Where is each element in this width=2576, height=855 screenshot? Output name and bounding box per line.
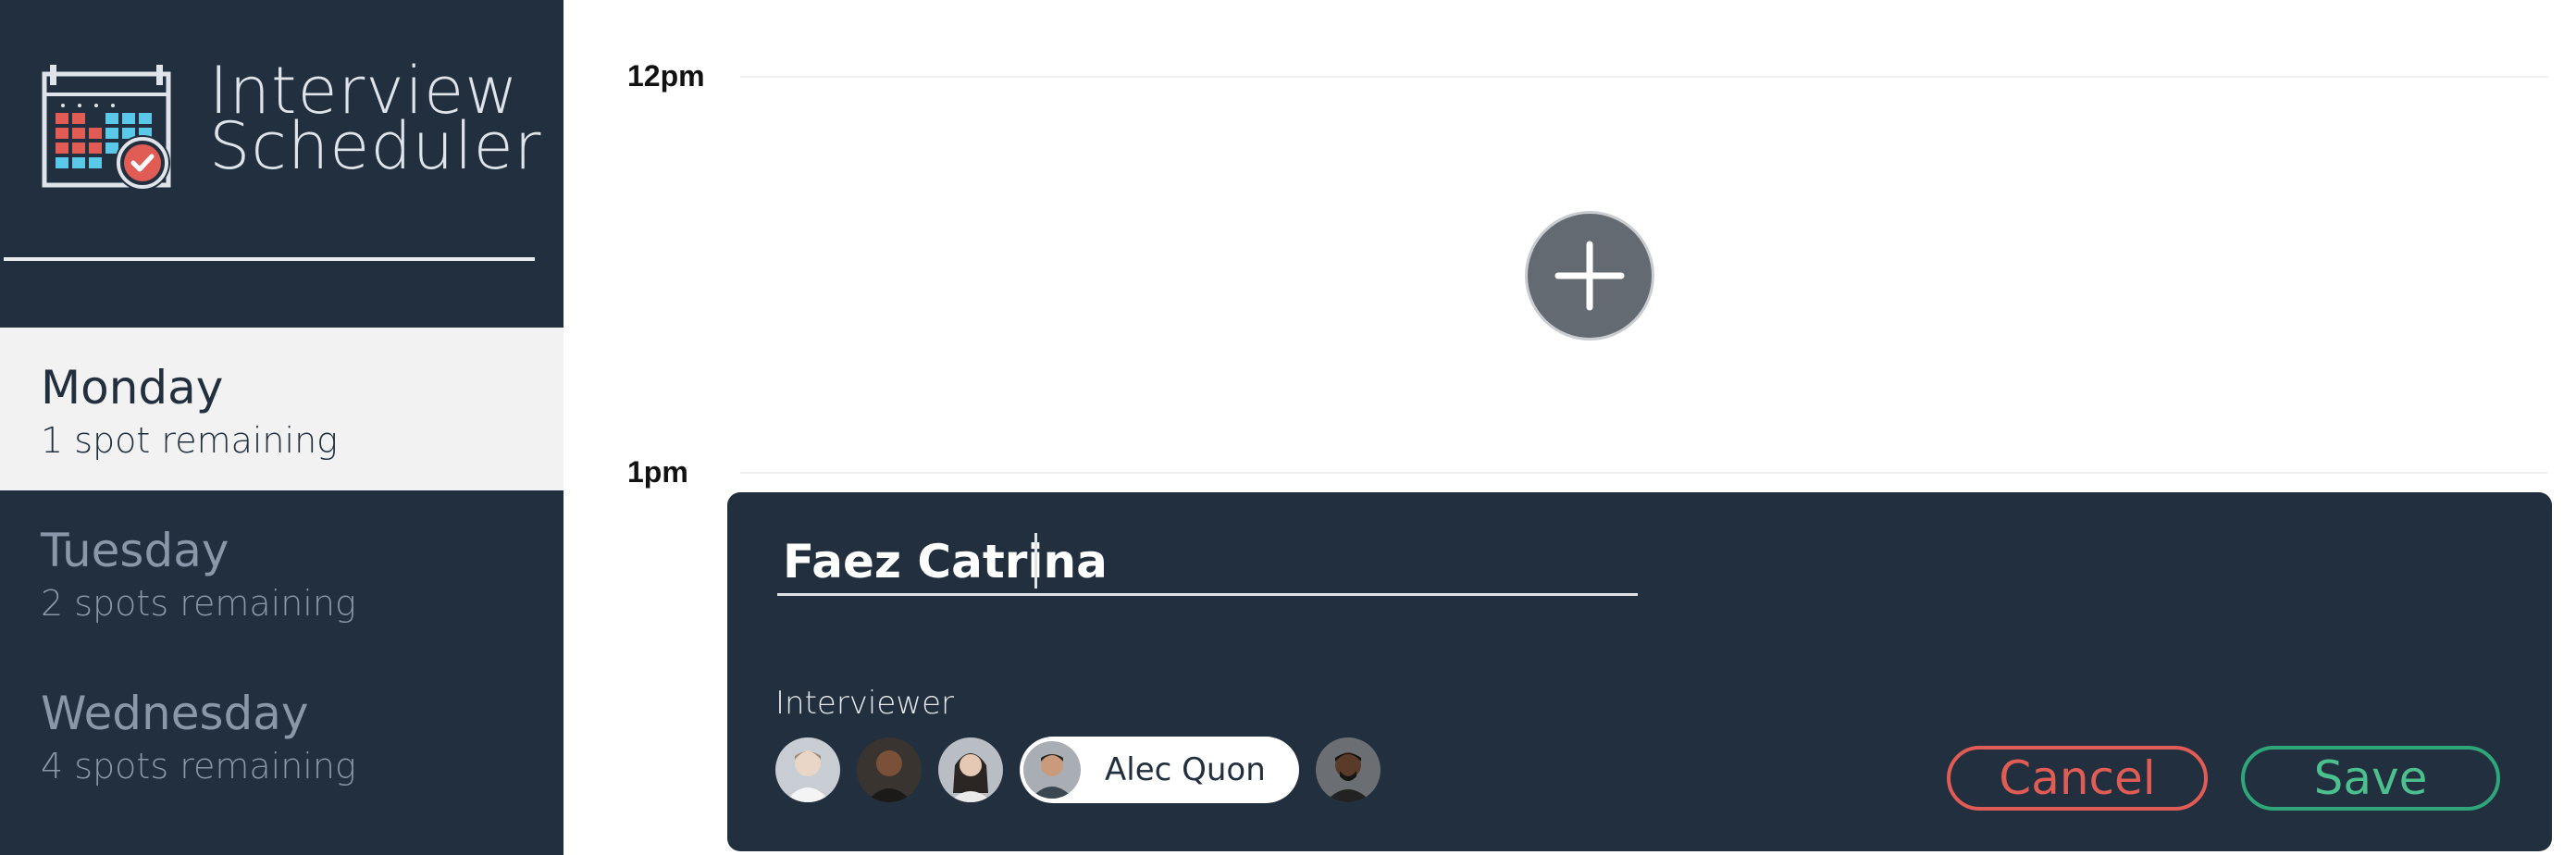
sidebar-divider [4,257,535,261]
interviewer-avatar-1[interactable] [775,737,840,802]
avatar-icon [775,737,840,802]
sidebar: Interview Scheduler Monday 1 spot remain… [0,0,564,855]
interviewer-label: Interviewer [775,685,954,722]
day-spots-remaining: 4 spots remaining [41,746,356,787]
student-name-input[interactable] [777,529,1638,596]
day-spots-remaining: 2 spots remaining [41,583,356,624]
calendar-logo-icon [41,65,178,194]
interviewer-name: Alec Quon [1105,751,1266,788]
save-button[interactable]: Save [2241,746,2500,811]
day-name: Tuesday [41,524,229,577]
cancel-button[interactable]: Cancel [1947,746,2208,811]
app-title-line2: Scheduler [209,108,542,184]
interviewer-list: Alec Quon [775,737,1397,803]
interviewer-avatar-4 [1023,741,1081,799]
interviewer-avatar-3[interactable] [938,737,1003,802]
app-title: Interview Scheduler [209,58,542,184]
avatar-icon [1023,741,1081,799]
plus-icon [1554,241,1625,311]
day-name: Monday [41,361,224,415]
day-spots-remaining: 1 spot remaining [41,420,338,461]
text-cursor [1034,533,1037,589]
time-label-1pm: 1pm [627,455,688,489]
hour-divider [740,472,2548,474]
hour-divider [740,76,2548,78]
time-label-12pm: 12pm [627,59,705,93]
avatar-icon [857,737,922,802]
interviewer-selected-chip[interactable]: Alec Quon [1020,737,1299,803]
day-item-tuesday[interactable]: Tuesday 2 spots remaining [0,490,564,653]
add-appointment-button[interactable] [1525,211,1654,341]
interviewer-avatar-5[interactable] [1315,737,1381,802]
avatar-icon [938,737,1003,802]
day-name: Wednesday [41,687,309,740]
avatar-icon [1315,737,1381,802]
day-item-wednesday[interactable]: Wednesday 4 spots remaining [0,653,564,816]
appointment-form: Interviewer [727,492,2552,851]
day-item-monday[interactable]: Monday 1 spot remaining [0,328,564,490]
interviewer-avatar-2[interactable] [857,737,922,802]
